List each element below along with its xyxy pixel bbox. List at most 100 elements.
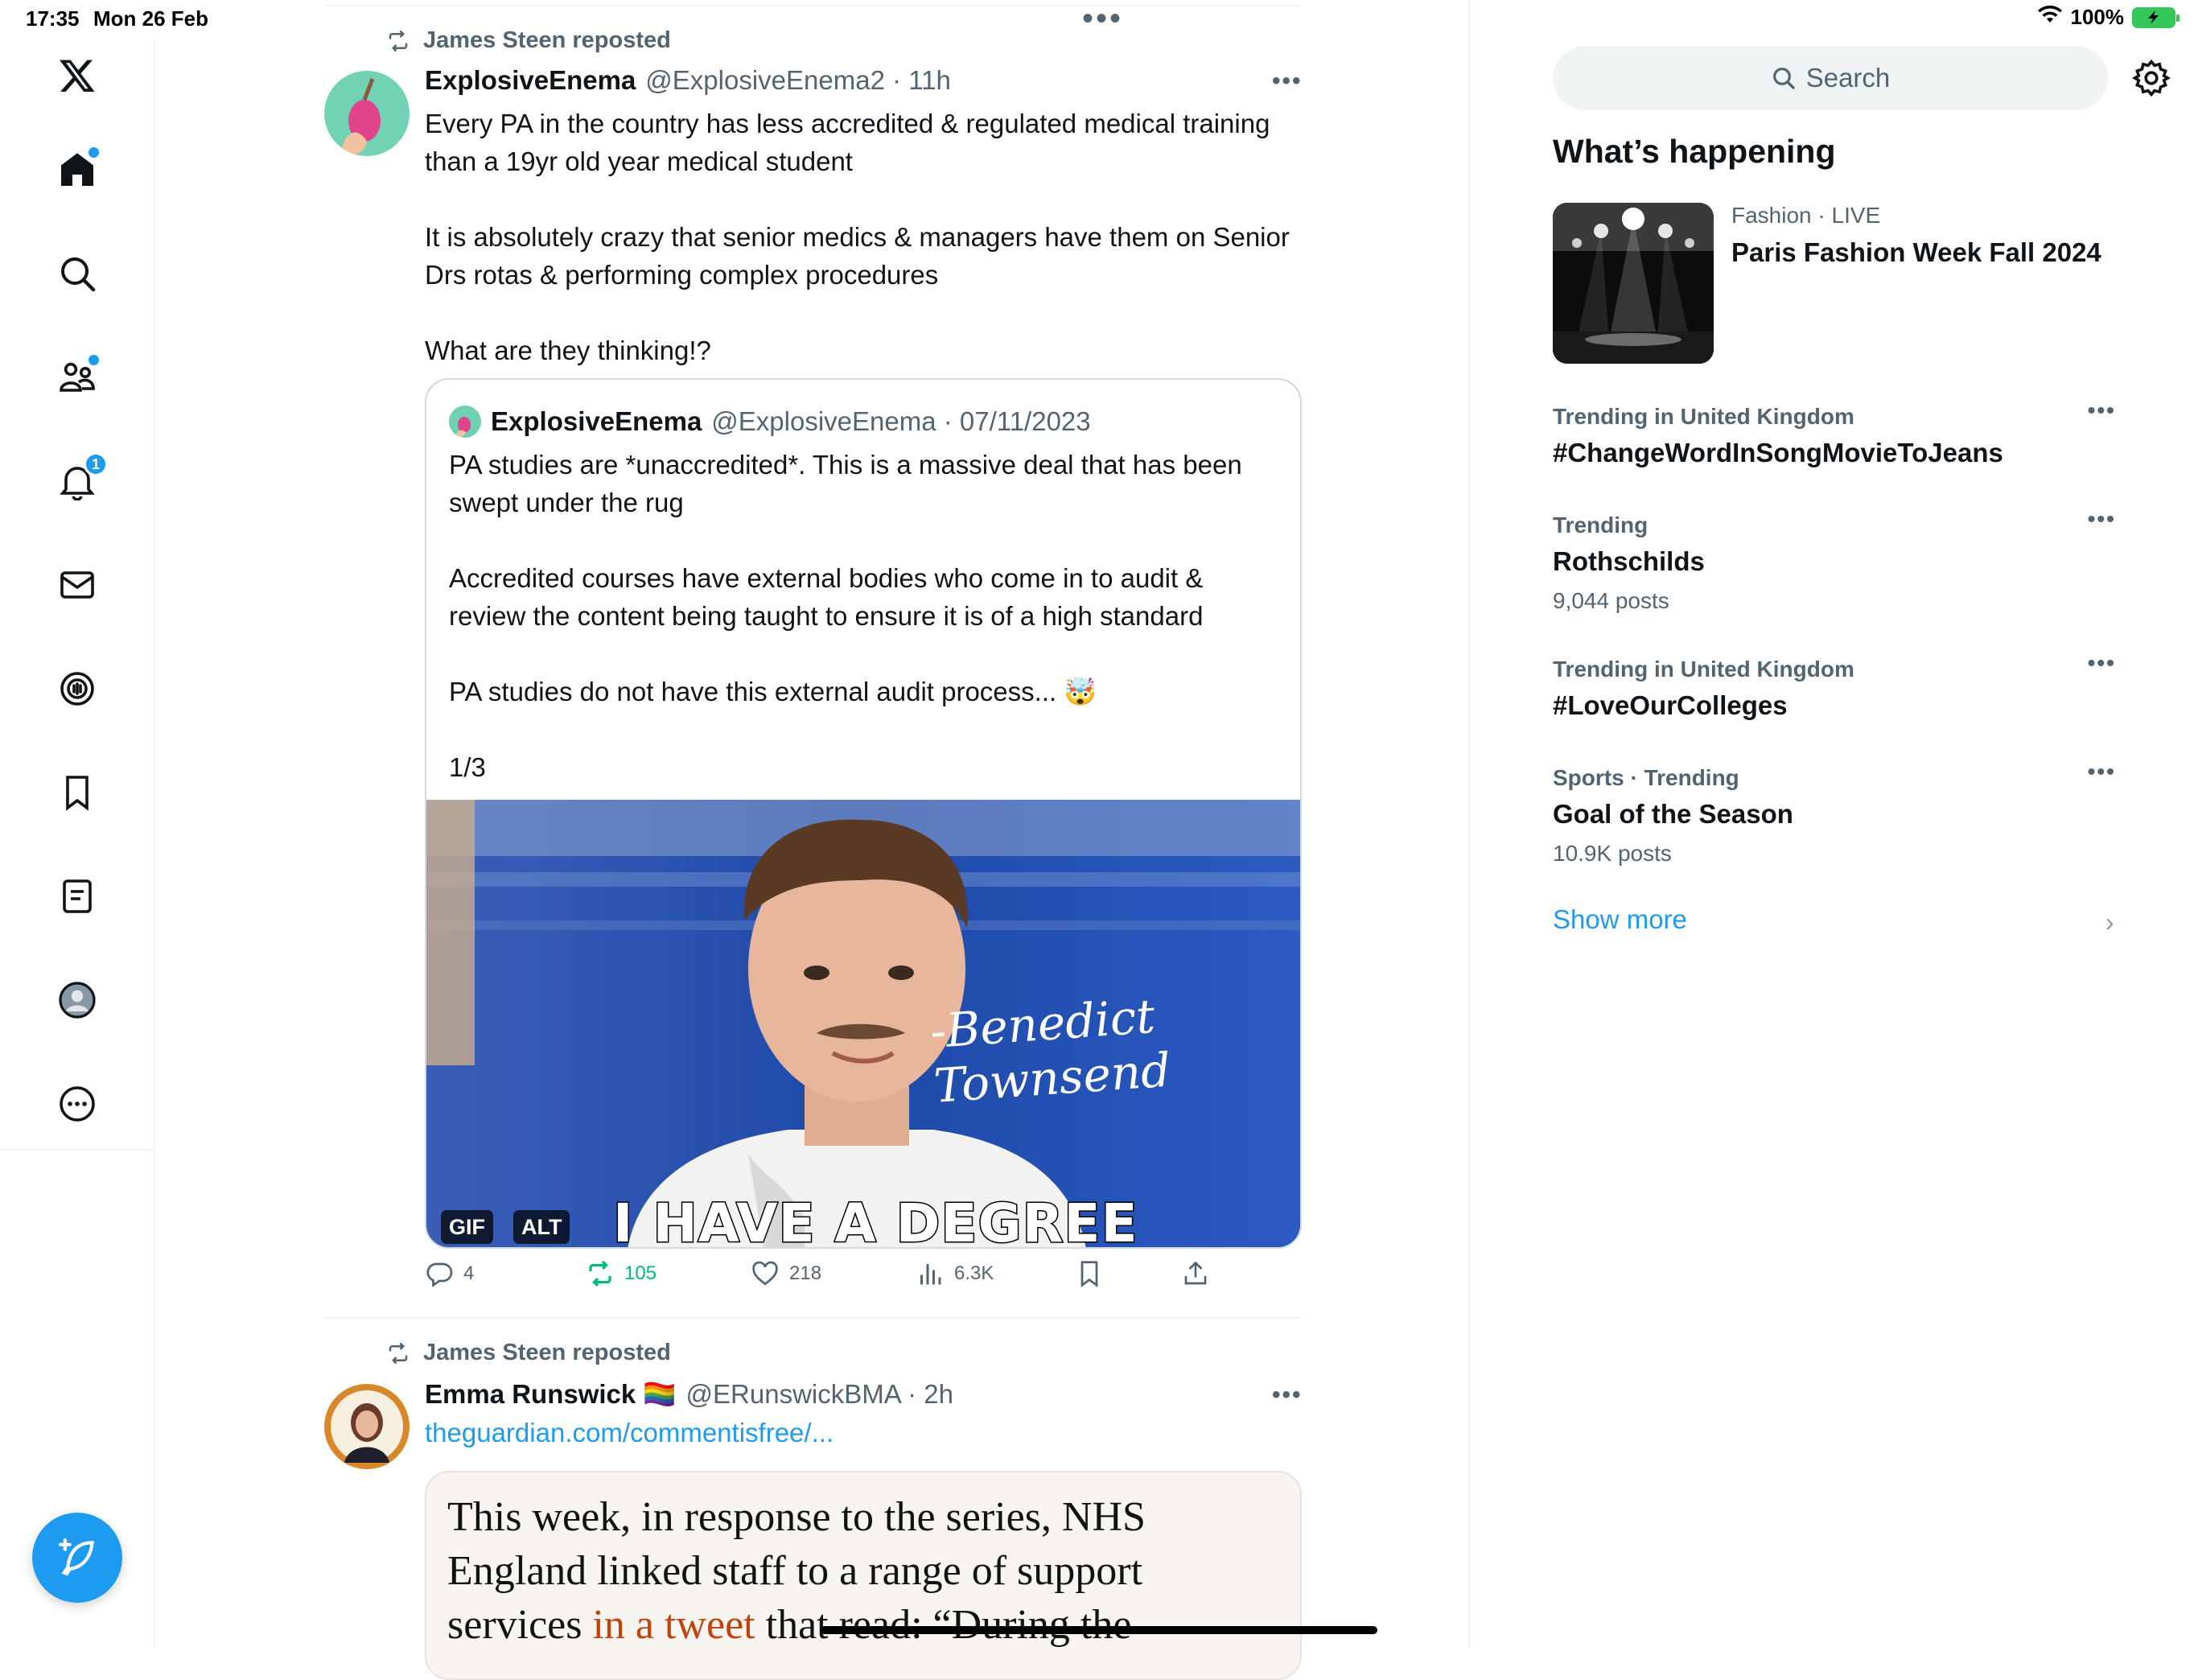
quote-author-name: ExplosiveEnema [491,406,702,436]
heart-icon [752,1261,778,1286]
reply-icon [426,1262,453,1287]
repost-label: James Steen reposted [423,1340,671,1365]
repost-indicator: James Steen reposted [385,27,671,54]
trend-item[interactable]: Trending Rothschilds 9,044 posts ••• [1553,506,2116,614]
view-count: 6.3K [954,1262,994,1284]
timeline: James Steen reposted ExplosiveEnema @Exp… [324,0,1306,1680]
home-icon[interactable] [53,146,101,194]
tweet-more-icon[interactable]: ••• [1272,68,1303,95]
communities-icon[interactable] [53,353,101,401]
search-input[interactable]: Search [1553,46,2108,110]
tweet-divider [324,1317,1301,1319]
x-logo-icon[interactable] [53,51,101,100]
article-preview-card[interactable]: This week, in response to the series, NH… [425,1471,1302,1680]
like-count: 218 [789,1262,822,1284]
repost-label: James Steen reposted [423,27,671,53]
tweet-more-icon[interactable]: ••• [1272,1381,1303,1409]
author-name[interactable]: Emma Runswick 🏳️‍🌈 [425,1379,677,1410]
bookmarks-icon[interactable] [53,768,101,817]
trend-context: Trending in United Kingdom [1553,404,1854,429]
news-title: Paris Fashion Week Fall 2024 [1731,237,2101,267]
views-chart-icon [920,1264,941,1285]
left-nav: 1 [0,39,155,1648]
compose-post-button[interactable] [32,1513,122,1603]
trend-context: Trending [1553,513,1648,537]
settings-gear-icon[interactable] [2132,59,2171,97]
news-category: Fashion · LIVE [1731,203,1881,228]
trend-name: #LoveOurColleges [1553,690,1788,720]
like-button[interactable]: 218 [751,1259,821,1288]
tweet-actions: 4 105 218 6.3K [425,1259,1229,1299]
trend-more-icon[interactable]: ••• [2088,650,2116,676]
author-name[interactable]: ExplosiveEnema [425,65,636,96]
more-options-icon[interactable] [53,1080,101,1128]
gif-caption: I HAVE A DEGREE [612,1192,1139,1249]
trend-item[interactable]: Sports · Trending Goal of the Season 10.… [1553,759,2116,867]
right-sidebar: Search What’s happening Fashion · LIVE P [1468,0,2198,1648]
author-handle[interactable]: @ExplosiveEnema2 · 11h [645,65,951,96]
bookmark-icon [1080,1261,1098,1287]
trend-item[interactable]: Trending in United Kingdom #ChangeWordIn… [1553,397,2116,468]
repost-icon [589,1260,611,1287]
trend-more-icon[interactable]: ••• [2088,759,2116,784]
reply-button[interactable]: 4 [425,1259,474,1288]
news-thumbnail [1553,203,1714,364]
views-button[interactable]: 6.3K [916,1259,994,1288]
profile-avatar-icon[interactable] [53,976,101,1024]
timeline-top-divider [324,5,1301,6]
author-avatar[interactable] [324,71,410,156]
repost-icon [389,1342,408,1364]
trend-context: Sports · Trending [1553,765,1739,790]
trend-context: Trending in United Kingdom [1553,657,1854,681]
trend-count: 10.9K posts [1553,841,1672,866]
home-indicator[interactable] [821,1626,1377,1634]
quote-text: PA studies are *unaccredited*. This is a… [449,450,1242,782]
home-unread-dot [88,147,99,158]
search-icon[interactable] [53,249,101,298]
article-excerpt-text-end: that read: “During the [755,1602,1132,1648]
show-more-link[interactable]: Show more [1553,904,1687,935]
trend-more-icon[interactable]: ••• [2088,506,2116,532]
article-link[interactable]: theguardian.com/commentisfree/... [425,1418,834,1448]
trend-item[interactable]: Trending in United Kingdom #LoveOurColle… [1553,650,2116,721]
communities-unread-dot [88,355,99,365]
status-date: Mon 26 Feb [93,6,209,31]
status-time: 17:35 [26,6,80,31]
quote-author-handle: @ExplosiveEnema · 07/11/2023 [711,406,1091,436]
author-avatar[interactable] [324,1384,410,1469]
compose-feather-icon [58,1538,95,1576]
search-placeholder: Search [1805,63,1891,93]
trend-count: 9,044 posts [1553,588,1669,613]
tweet-header: Emma Runswick 🏳️‍🌈 @ERunswickBMA · 2h [425,1379,953,1410]
notifications-bell-icon[interactable]: 1 [53,452,108,505]
grok-icon[interactable] [53,665,101,713]
tweet-header: ExplosiveEnema @ExplosiveEnema2 · 11h [425,65,951,96]
lists-icon[interactable] [53,872,101,920]
gif-badge: GIF [441,1210,493,1244]
author-handle[interactable]: @ERunswickBMA · 2h [686,1379,953,1410]
trend-name: Goal of the Season [1553,799,1793,829]
reply-count: 4 [463,1262,475,1284]
gif-media[interactable]: -Benedict Townsend I HAVE A DEGREE GIF A… [426,800,1300,1249]
repost-icon [389,30,408,51]
article-excerpt-link[interactable]: in a tweet [592,1602,755,1648]
notifications-badge: 1 [84,452,108,476]
bookmark-button[interactable] [1075,1259,1104,1288]
share-icon [1184,1261,1207,1285]
trend-name: #ChangeWordInSongMovieToJeans [1553,438,2003,467]
share-button[interactable] [1181,1259,1210,1288]
repost-button[interactable]: 105 [586,1259,657,1288]
quote-header: ExplosiveEnema @ExplosiveEnema · 07/11/2… [449,406,1091,438]
messages-envelope-icon[interactable] [53,561,101,609]
whats-happening-title: What’s happening [1553,133,1836,170]
trend-more-icon[interactable]: ••• [2088,397,2116,423]
trend-name: Rothschilds [1553,546,1705,576]
search-icon [1772,68,1795,89]
chevron-right-icon: › [2105,908,2114,937]
quote-author-avatar [449,406,481,438]
repost-indicator: James Steen reposted [385,1340,671,1366]
alt-text-button[interactable]: ALT [513,1210,570,1244]
tweet-text: Every PA in the country has less accredi… [425,109,1290,365]
nav-divider [0,1149,155,1151]
quoted-tweet[interactable]: ExplosiveEnema @ExplosiveEnema · 07/11/2… [425,378,1302,1249]
